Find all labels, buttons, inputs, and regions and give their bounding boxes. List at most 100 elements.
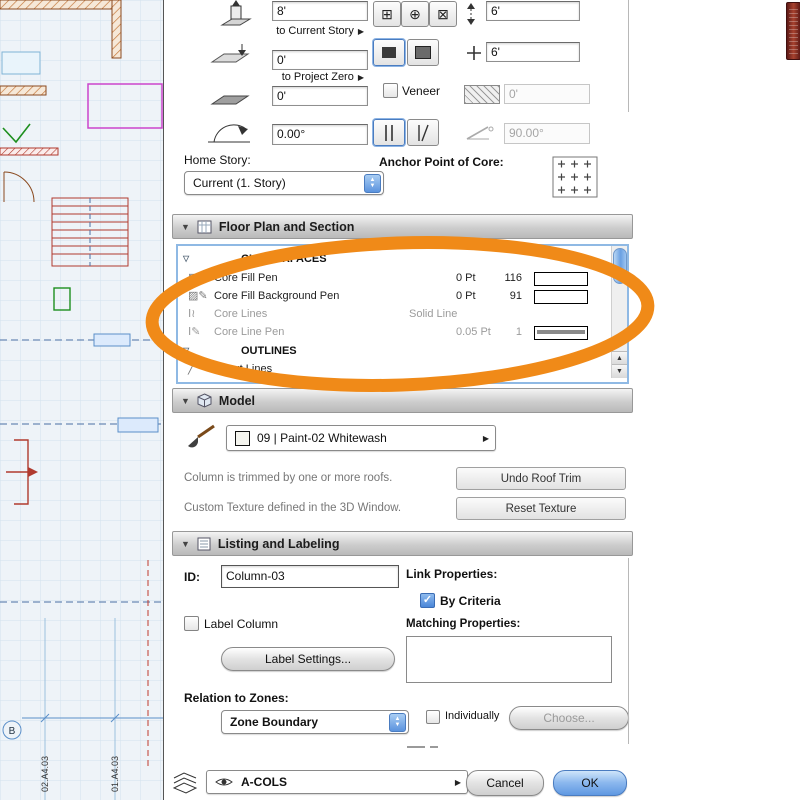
ok-button[interactable]: OK: [553, 770, 627, 796]
list-row-core-line-pen[interactable]: Ⅰ✎ Core Line Pen 0.05 Pt 1: [178, 324, 608, 342]
by-criteria-checkbox[interactable]: ✓: [420, 593, 435, 608]
list-row-uncut-lines[interactable]: ╱ Uncut Lines: [178, 361, 608, 379]
rotation-angle-icon: [208, 124, 250, 143]
relation-to-zones-popup[interactable]: Zone Boundary ▲ ▼: [221, 710, 409, 734]
label-settings-button[interactable]: Label Settings...: [221, 647, 395, 671]
listing-icon: [197, 537, 211, 551]
by-criteria-label: By Criteria: [440, 594, 501, 608]
group-triangle-icon[interactable]: ▽: [183, 346, 189, 355]
top-link-icon: [210, 44, 250, 63]
pen-color-swatch[interactable]: [534, 326, 588, 340]
label-column-checkbox[interactable]: [184, 616, 199, 631]
scroll-up-icon[interactable]: ▲: [612, 351, 627, 365]
list-row-core-fill-bg-pen[interactable]: ▨✎ Core Fill Background Pen 0 Pt 91: [178, 288, 608, 306]
wall-vert: [111, 0, 122, 59]
id-field[interactable]: Column-03: [221, 565, 399, 588]
group-triangle-icon[interactable]: ▽: [183, 254, 189, 263]
anchor-point-grid[interactable]: [552, 156, 598, 198]
pen-color-swatch[interactable]: [534, 290, 588, 304]
fill-bg-pen-icon: ▨✎: [188, 290, 208, 302]
slant-angle-field[interactable]: 90.00°: [504, 123, 590, 144]
to-project-zero-label[interactable]: to Project Zero ▶: [204, 71, 364, 83]
undo-roof-trim-button[interactable]: Undo Roof Trim: [456, 467, 626, 490]
scroll-down-icon[interactable]: ▼: [612, 364, 627, 378]
outline-swatch-icon: [415, 46, 431, 59]
line-pen-icon: Ⅰ✎: [188, 326, 201, 338]
section-header-floor-plan[interactable]: ▼ Floor Plan and Section: [172, 214, 633, 239]
paintbrush-icon: [188, 424, 215, 448]
bottom-offset-field[interactable]: 0': [272, 50, 368, 70]
column-vertical-button[interactable]: [373, 119, 405, 146]
reset-texture-button[interactable]: Reset Texture: [456, 497, 626, 520]
section-header-listing[interactable]: ▼ Listing and Labeling: [172, 531, 633, 556]
profile-solid-button[interactable]: [373, 39, 405, 66]
blue-box-1: [93, 333, 131, 347]
section-header-model[interactable]: ▼ Model: [172, 388, 633, 413]
choose-button[interactable]: Choose...: [509, 706, 629, 730]
pen-color-swatch[interactable]: [534, 272, 588, 286]
veneer-label: Veneer: [402, 84, 441, 98]
profile-outline-button[interactable]: [407, 39, 439, 66]
clipped-content-mark: [430, 746, 438, 748]
drawing-ref-right: 01.A4.03: [110, 756, 120, 792]
to-current-story-label[interactable]: to Current Story ▶: [204, 25, 364, 37]
core-width-field[interactable]: 6': [486, 1, 580, 21]
eye-icon: [215, 778, 233, 786]
window-scrollbar-thumb[interactable]: [786, 2, 800, 60]
attributes-list[interactable]: ▽ CUT SURFACES ▨✎ Core Fill Pen 0 Pt 116…: [176, 244, 629, 384]
list-row-core-fill-pen[interactable]: ▨✎ Core Fill Pen 0 Pt 116: [178, 270, 608, 288]
anchor-cross-button[interactable]: ⊠: [429, 1, 457, 27]
fill-pen-icon: ▨✎: [188, 272, 208, 284]
disclosure-triangle-icon[interactable]: ▼: [181, 222, 190, 232]
rotation-angle-field[interactable]: 0.00°: [272, 124, 368, 145]
matching-properties-box[interactable]: [406, 636, 612, 683]
cancel-button[interactable]: Cancel: [466, 770, 544, 796]
list-row-core-lines[interactable]: Ⅰ≀ Core Lines Solid Line: [178, 306, 608, 324]
popup-arrow-icon: ▶: [357, 73, 364, 82]
base-level-icon: [210, 95, 250, 105]
list-scrollbar[interactable]: ▲ ▼: [611, 246, 627, 378]
solid-swatch-icon: [382, 47, 396, 58]
list-scrollbar-thumb[interactable]: [613, 248, 627, 284]
drawing-ref-left: 02.A4.03: [40, 756, 50, 792]
base-offset-field[interactable]: 0': [272, 86, 368, 106]
veneer-hatch-icon: [464, 85, 500, 104]
roof-trim-note: Column is trimmed by one or more roofs.: [184, 472, 393, 484]
popup-arrow-icon: ▶: [454, 777, 461, 787]
anchor-square-button[interactable]: ⊞: [373, 1, 401, 27]
list-group-cut-surfaces: ▽ CUT SURFACES: [183, 253, 327, 265]
home-story-popup[interactable]: Current (1. Story) ▲ ▼: [184, 171, 384, 195]
grid-bubble-label: B: [9, 726, 16, 737]
material-popup[interactable]: 09 | Paint-02 Whitewash ▶: [226, 425, 496, 451]
core-depth-field[interactable]: 6': [486, 42, 580, 62]
blue-box-2: [117, 417, 159, 433]
anchor-circle-button[interactable]: ⊕: [401, 1, 429, 27]
layer-popup[interactable]: A-COLS ▶: [206, 770, 468, 794]
veneer-thickness-field[interactable]: 0': [504, 84, 590, 104]
panel-divider: [628, 0, 629, 112]
model-cube-icon: [197, 393, 212, 408]
disclosure-triangle-icon[interactable]: ▼: [181, 396, 190, 406]
floor-plan-drawing[interactable]: B 02.A4.03 01.A4.03: [0, 0, 163, 800]
home-story-label: Home Story:: [184, 153, 251, 167]
uncut-line-icon: ╱: [188, 363, 195, 375]
slanted-column-icon: [418, 124, 429, 141]
popup-arrow-icon: ▶: [357, 27, 364, 36]
popup-arrow-icon: ▶: [482, 433, 489, 443]
disclosure-triangle-icon[interactable]: ▼: [181, 539, 190, 549]
floor-plan-icon: [197, 220, 212, 234]
clipped-content-mark: [407, 746, 425, 748]
wall-red: [0, 147, 59, 156]
section-title: Model: [218, 393, 256, 408]
stepper-icon: ▲ ▼: [389, 712, 406, 732]
label-column-label: Label Column: [204, 617, 279, 631]
individually-label: Individually: [445, 710, 500, 722]
individually-checkbox[interactable]: [426, 710, 440, 724]
column-settings-dialog: 8' to Current Story ▶ 0' to Project Zero ▶…: [163, 0, 800, 800]
stepper-icon: ▲ ▼: [364, 173, 381, 193]
veneer-checkbox[interactable]: [383, 83, 398, 98]
column-slanted-button[interactable]: [407, 119, 439, 146]
fixture-blue: [1, 51, 41, 75]
list-group-outlines: ▽ OUTLINES: [183, 345, 297, 357]
column-height-field[interactable]: 8': [272, 1, 368, 21]
